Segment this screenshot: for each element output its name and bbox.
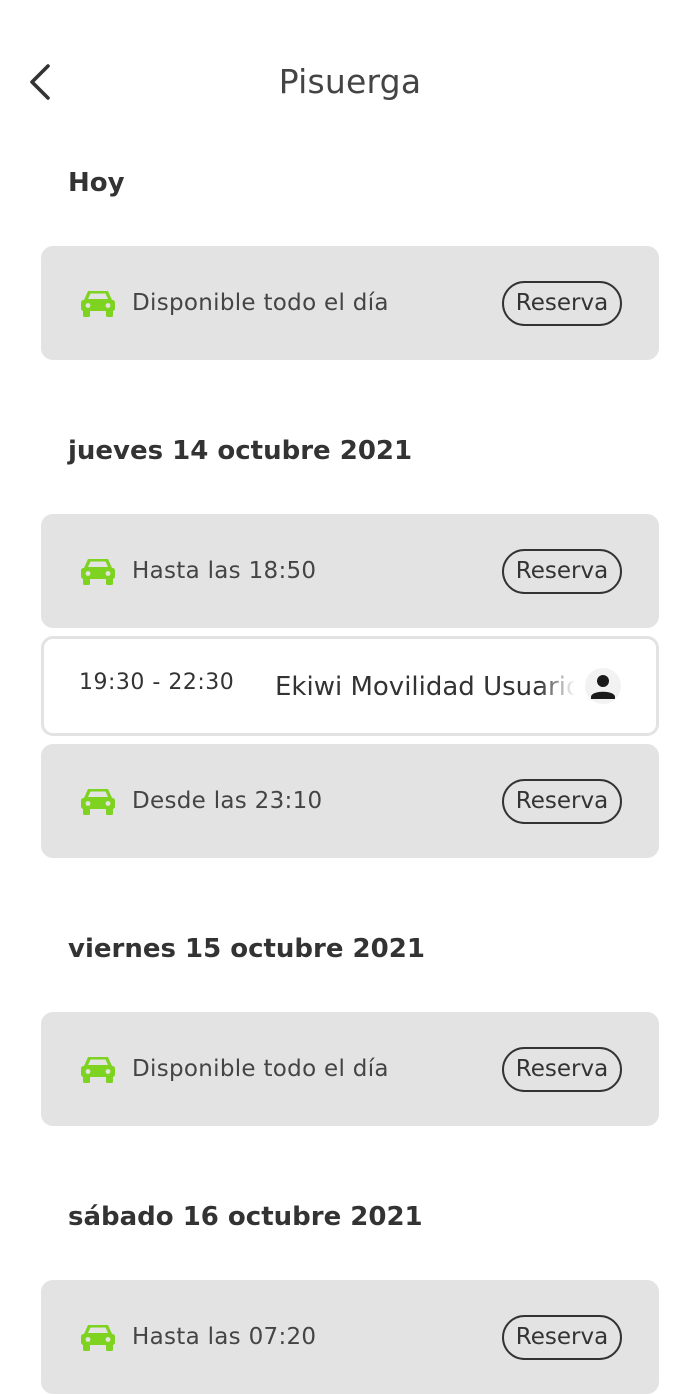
booked-slot[interactable]: 19:30 - 22:30 Ekiwi Movilidad Usuario [41, 636, 659, 736]
slot-label: Disponible todo el día [132, 1056, 389, 1082]
booking-time: 19:30 - 22:30 [79, 670, 235, 695]
day-heading: sábado 16 octubre 2021 [68, 1202, 423, 1232]
reserve-button[interactable]: Reserva [502, 1047, 622, 1092]
car-icon [81, 789, 115, 815]
day-heading: viernes 15 octubre 2021 [68, 934, 425, 964]
person-icon [585, 668, 621, 704]
available-slot: Desde las 23:10 Reserva [41, 744, 659, 858]
car-icon [81, 559, 115, 585]
app-header: Pisuerga [0, 0, 700, 165]
availability-list: Hoy Disponible todo el día Reserva jueve… [0, 165, 700, 1394]
page-title: Pisuerga [278, 62, 422, 101]
car-icon [81, 291, 115, 317]
slot-label: Hasta las 18:50 [132, 558, 317, 584]
available-slot: Disponible todo el día Reserva [41, 1012, 659, 1126]
day-section: sábado 16 octubre 2021 Hasta las 07:20 R… [0, 1199, 700, 1394]
day-section: viernes 15 octubre 2021 Disponible todo … [0, 931, 700, 1126]
slot-label: Desde las 23:10 [132, 788, 323, 814]
day-section: Hoy Disponible todo el día Reserva [0, 165, 700, 360]
reserve-button[interactable]: Reserva [502, 1315, 622, 1360]
reserve-button[interactable]: Reserva [502, 281, 622, 326]
day-heading: jueves 14 octubre 2021 [68, 436, 413, 466]
booking-user-name: Ekiwi Movilidad Usuario [275, 672, 575, 702]
reserve-button[interactable]: Reserva [502, 779, 622, 824]
car-icon [81, 1325, 115, 1351]
slot-label: Disponible todo el día [132, 290, 389, 316]
reserve-button[interactable]: Reserva [502, 549, 622, 594]
slot-label: Hasta las 07:20 [132, 1324, 317, 1350]
available-slot: Disponible todo el día Reserva [41, 246, 659, 360]
car-icon [81, 1057, 115, 1083]
day-section: jueves 14 octubre 2021 Hasta las 18:50 R… [0, 433, 700, 858]
available-slot: Hasta las 07:20 Reserva [41, 1280, 659, 1394]
available-slot: Hasta las 18:50 Reserva [41, 514, 659, 628]
day-heading: Hoy [68, 168, 125, 198]
